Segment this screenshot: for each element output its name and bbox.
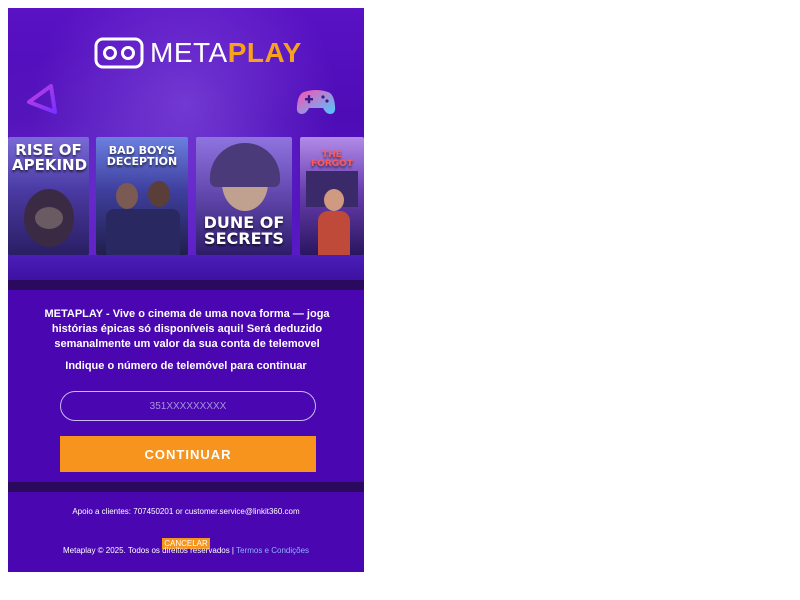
- poster-dune-of-secrets[interactable]: DUNE OF SECRETS: [196, 137, 292, 255]
- character-face: [324, 189, 344, 211]
- copyright-line: Metaplay © 2025. Todos os direitos reser…: [8, 546, 364, 555]
- terms-link[interactable]: Termos e Condições: [236, 546, 309, 555]
- logo-wordmark: METAPLAY: [150, 37, 302, 69]
- character-face: [116, 183, 138, 209]
- ape-face: [35, 207, 63, 229]
- poster-title: THE FORGOT: [304, 151, 360, 169]
- continue-button[interactable]: CONTINUAR: [60, 436, 316, 472]
- poster-bad-boys-deception[interactable]: BAD BOY'S DECEPTION: [96, 137, 188, 255]
- logo-text-play: PLAY: [227, 37, 302, 68]
- play-triangle-icon: [27, 84, 57, 114]
- service-description: METAPLAY - Vive o cinema de uma nova for…: [44, 308, 330, 350]
- poster-the-forgotten[interactable]: THE FORGOT: [300, 137, 364, 255]
- section-divider: [8, 280, 364, 290]
- metaplay-logo[interactable]: METAPLAY: [94, 36, 302, 70]
- hero-banner: METAPLAY RISE OF APEKIND BAD BOY'S DECEP…: [8, 8, 364, 283]
- footer: Apoio a clientes: 707450201 or customer.…: [8, 492, 364, 572]
- poster-title-line: SECRETS: [204, 229, 284, 248]
- logo-text-meta: META: [150, 37, 228, 68]
- movie-poster-carousel[interactable]: RISE OF APEKIND BAD BOY'S DECEPTION DUNE…: [8, 137, 364, 255]
- section-divider: [8, 482, 364, 492]
- gamepad-icon: [296, 90, 336, 114]
- poster-title-line: DECEPTION: [106, 155, 178, 168]
- phone-prompt: Indique o número de telemóvel para conti…: [65, 360, 307, 372]
- character-hood: [210, 143, 280, 187]
- phone-number-input[interactable]: [60, 391, 316, 421]
- poster-title-line: APEKIND: [12, 156, 88, 174]
- poster-rise-of-apekind[interactable]: RISE OF APEKIND: [8, 137, 89, 255]
- customer-support-info: Apoio a clientes: 707450201 or customer.…: [72, 507, 300, 516]
- copyright-text: Metaplay © 2025. Todos os direitos reser…: [62, 546, 235, 555]
- landing-page: METAPLAY RISE OF APEKIND BAD BOY'S DECEP…: [8, 8, 364, 572]
- vr-headset-icon: [94, 37, 144, 69]
- character-face: [148, 181, 170, 207]
- poster-title-line: THE FORGOT: [311, 150, 353, 169]
- poster-title: BAD BOY'S DECEPTION: [100, 145, 184, 167]
- poster-title: RISE OF APEKIND: [12, 143, 88, 174]
- poster-strip-floor: [8, 255, 364, 283]
- poster-title: DUNE OF SECRETS: [200, 215, 288, 247]
- character-body: [318, 211, 350, 255]
- characters-body: [106, 209, 180, 255]
